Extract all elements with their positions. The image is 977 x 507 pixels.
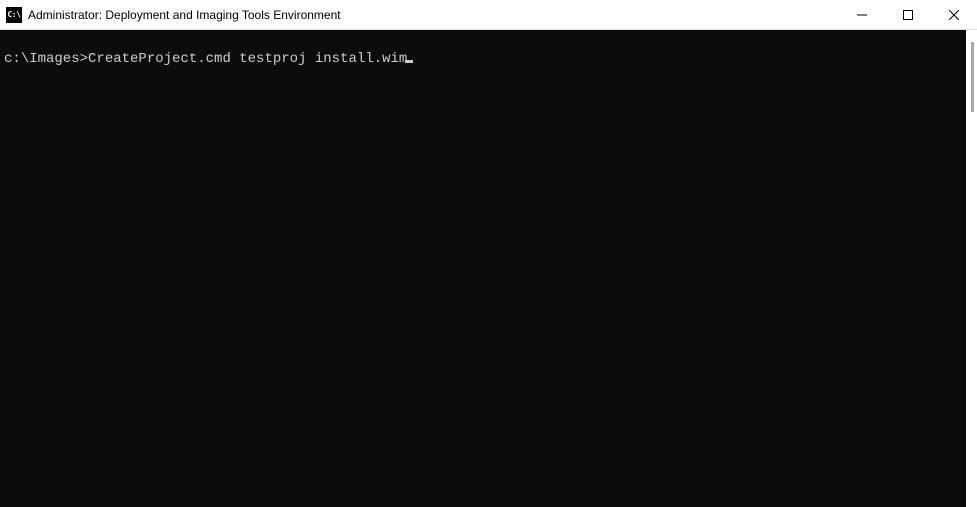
minimize-button[interactable] [839,0,885,29]
terminal-line: c:\Images>CreateProject.cmd testproj ins… [4,50,962,68]
close-icon [949,10,959,20]
terminal[interactable]: c:\Images>CreateProject.cmd testproj ins… [0,30,966,507]
minimize-icon [857,10,867,20]
maximize-button[interactable] [885,0,931,29]
cursor [405,60,413,63]
maximize-icon [903,10,913,20]
scrollbar-thumb[interactable] [971,42,974,112]
cmd-icon: C:\ [6,7,22,23]
prompt: c:\Images> [4,51,88,67]
command-input[interactable]: CreateProject.cmd testproj install.wim [88,51,407,67]
window-controls [839,0,977,29]
terminal-container: c:\Images>CreateProject.cmd testproj ins… [0,30,977,507]
scrollbar-track[interactable] [966,30,977,507]
window-title: Administrator: Deployment and Imaging To… [28,8,839,22]
close-button[interactable] [931,0,977,29]
titlebar[interactable]: C:\ Administrator: Deployment and Imagin… [0,0,977,30]
